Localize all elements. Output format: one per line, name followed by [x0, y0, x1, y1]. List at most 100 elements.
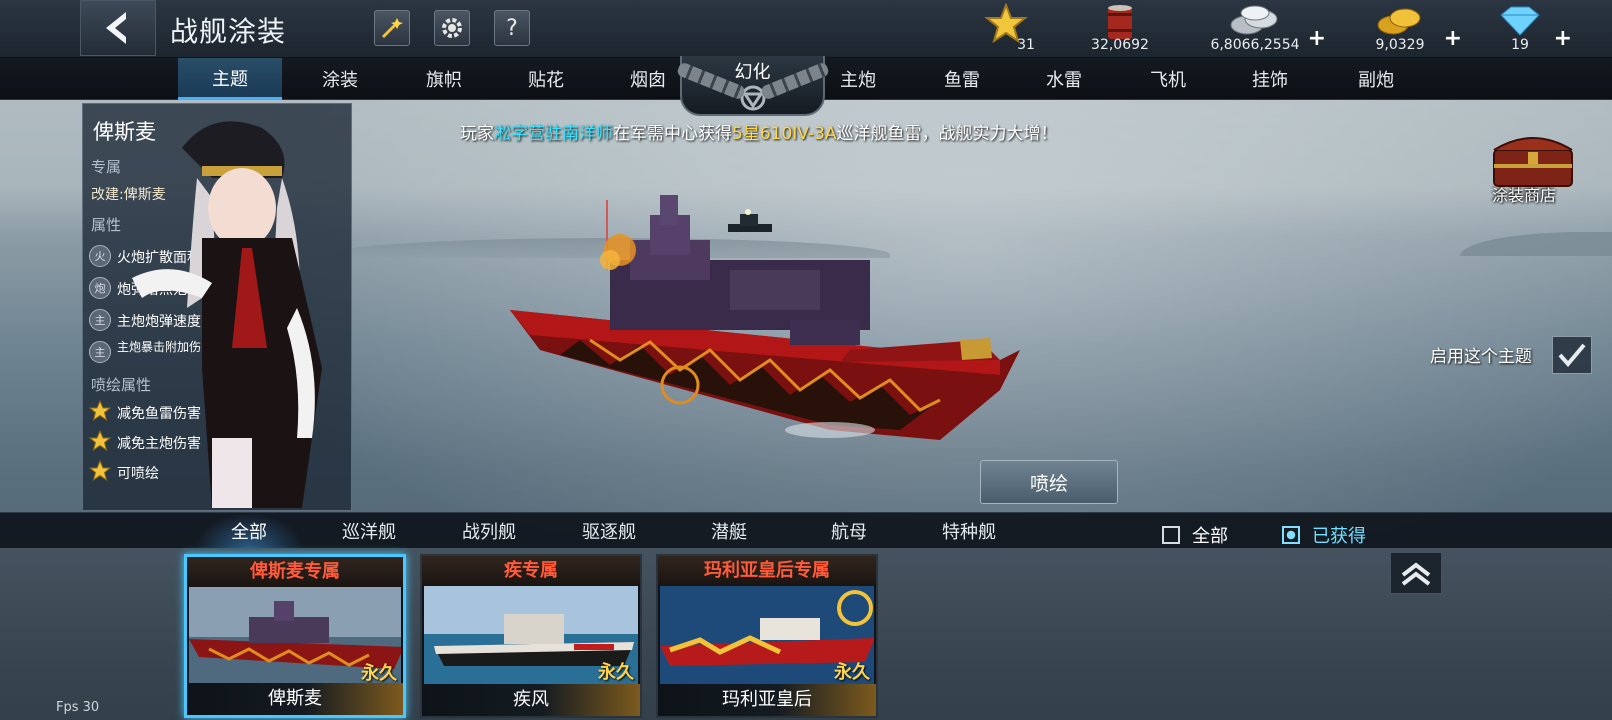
tab-transform[interactable]: 幻化	[680, 56, 825, 116]
filter-cruiser[interactable]: 巡洋舰	[314, 513, 424, 549]
card-name: 玛利亚皇后	[658, 684, 876, 716]
fps-counter: Fps 30	[56, 700, 100, 715]
help-button[interactable]: ?	[494, 10, 530, 46]
spray-paint-button[interactable]: 喷绘	[980, 460, 1118, 504]
distant-submarine	[728, 209, 772, 232]
tab-paint[interactable]: 涂装	[288, 58, 392, 100]
spray-attr-row: 减免鱼雷伤害 +2.22 %	[89, 400, 349, 424]
skin-wand-button[interactable]	[374, 10, 410, 46]
theme-card[interactable]: 疾专属 永久 疾风	[420, 554, 642, 718]
attr-value: +5 %	[241, 346, 283, 364]
checkmark-icon	[1558, 343, 1586, 368]
theme-name: 俾斯麦	[93, 120, 156, 144]
cannon-attr-icon: 主	[89, 341, 111, 363]
spray-attr-value: +2.22 %	[241, 431, 306, 449]
attr-row: 火 火炮扩散面积 -20 %	[89, 244, 349, 268]
tab-mine[interactable]: 水雷	[1012, 58, 1116, 100]
card-duration: 永久	[361, 663, 397, 684]
ticker-prefix: 玩家	[460, 124, 494, 144]
gold-value: 9,0329	[1375, 37, 1425, 53]
tab-decal[interactable]: 贴花	[494, 58, 598, 100]
card-duration: 永久	[598, 662, 634, 683]
distant-island-right	[1460, 232, 1612, 256]
double-chevron-up-icon	[1401, 562, 1431, 586]
cannon-attr-icon: 主	[89, 309, 111, 331]
back-button[interactable]	[80, 0, 156, 56]
spray-attr-value: +2.22 %	[241, 401, 306, 419]
tab-ornament[interactable]: 挂饰	[1218, 58, 1322, 100]
star-icon	[89, 460, 111, 482]
attr-row: 炮 炮弹落点范围 -20 %	[89, 276, 349, 300]
card-name: 俾斯麦	[187, 683, 403, 715]
card-name: 疾风	[422, 684, 640, 716]
filter-carrier[interactable]: 航母	[794, 513, 904, 549]
back-arrow-icon	[106, 12, 126, 44]
add-diamond-button[interactable]: +	[1554, 26, 1572, 51]
stars-value: 31	[1017, 37, 1035, 53]
ownership-owned-checkbox[interactable]: 已获得	[1282, 522, 1366, 548]
theme-info-panel: 俾斯麦 专属 改建:俾斯麦 属性 火 火炮扩散面积 -20 % 炮 炮弹落点范围…	[82, 103, 352, 511]
spray-attr-label: 可喷绘	[117, 466, 159, 482]
checkbox-box	[1282, 526, 1300, 544]
theme-card[interactable]: 玛利亚皇后专属 永久 玛利亚皇后	[656, 554, 878, 718]
cannon-attr-icon: 火	[89, 245, 111, 267]
skin-shop-button[interactable]: 涂装商店	[1488, 130, 1598, 205]
silver-value: 6,8066,2554	[1210, 37, 1300, 53]
ownership-owned-label: 已获得	[1312, 526, 1366, 547]
cannon-attr-icon: 炮	[89, 277, 111, 299]
filter-battleship[interactable]: 战列舰	[434, 513, 544, 549]
spray-attr-row: 可喷绘 ...	[89, 460, 349, 484]
attribute-label: 属性	[91, 216, 122, 234]
attr-label: 主炮暴击附加伤害	[117, 340, 214, 354]
tab-torpedo[interactable]: 鱼雷	[910, 58, 1014, 100]
collapse-panel-button[interactable]	[1390, 552, 1442, 594]
filter-special-ship[interactable]: 特种舰	[914, 513, 1024, 549]
spray-attr-label: 减免鱼雷伤害	[117, 406, 201, 422]
magic-wand-icon	[381, 18, 403, 39]
attr-value: +800	[241, 309, 283, 327]
attr-value: -20 %	[241, 245, 285, 263]
attr-label: 主炮炮弹速度	[117, 314, 201, 330]
silver-coins-icon	[1230, 5, 1278, 35]
enable-theme-label: 启用这个主题	[1430, 347, 1532, 367]
question-icon: ?	[506, 15, 518, 41]
add-silver-button[interactable]: +	[1308, 26, 1326, 51]
ownership-all-checkbox[interactable]: 全部	[1162, 522, 1228, 548]
ticker-suffix: 巡洋舰鱼雷，战舰实力大增！	[836, 124, 1058, 144]
attr-value: -20 %	[241, 277, 285, 295]
skin-shop-label: 涂装商店	[1492, 186, 1557, 205]
tab-aircraft[interactable]: 飞机	[1116, 58, 1220, 100]
resource-gold: 9,0329 +	[1340, 0, 1462, 58]
card-header: 玛利亚皇后专属	[658, 556, 876, 586]
tab-theme[interactable]: 主题	[178, 58, 282, 100]
ticker-player: 凇字营驻南洋师	[494, 124, 613, 144]
page-title: 战舰涂装	[170, 15, 287, 48]
exclusive-value: 改建:俾斯麦	[91, 187, 166, 203]
spray-attr-value: ...	[241, 461, 256, 479]
card-header: 疾专属	[422, 556, 640, 586]
ticker-middle: 在军需中心获得	[613, 124, 732, 144]
card-duration: 永久	[834, 662, 870, 683]
attr-label: 炮弹落点范围	[117, 282, 201, 298]
fuel-barrel-icon	[1108, 5, 1132, 39]
card-header: 俾斯麦专属	[187, 557, 403, 587]
theme-card[interactable]: 俾斯麦专属 永久 俾斯麦	[184, 554, 406, 718]
spray-attr-label: 喷绘属性	[91, 376, 152, 394]
filter-destroyer[interactable]: 驱逐舰	[554, 513, 664, 549]
spray-attr-label: 减免主炮伤害	[117, 436, 201, 452]
filter-submarine[interactable]: 潜艇	[674, 513, 784, 549]
star-icon	[89, 400, 111, 422]
news-ticker: 玩家凇字营驻南洋师在军需中心获得5星610IV-3A巡洋舰鱼雷，战舰实力大增！	[460, 119, 1058, 144]
enable-theme-checkbox[interactable]	[1552, 336, 1592, 374]
tab-transform-label: 幻化	[734, 62, 771, 83]
tab-secondary-gun[interactable]: 副炮	[1324, 58, 1428, 100]
resource-fuel: 32,0692	[1060, 0, 1180, 58]
ship-type-filter-bar: 全部 巡洋舰 战列舰 驱逐舰 潜艇 航母 特种舰 全部 已获得	[0, 512, 1612, 549]
ownership-all-label: 全部	[1192, 526, 1228, 547]
attr-row: 主 主炮炮弹速度 +800	[89, 308, 349, 332]
resource-diamond: 19 +	[1460, 0, 1580, 58]
tab-flag[interactable]: 旗帜	[392, 58, 496, 100]
settings-button[interactable]	[434, 10, 470, 46]
filter-all[interactable]: 全部	[194, 513, 304, 549]
resource-stars: 31	[946, 0, 1066, 58]
